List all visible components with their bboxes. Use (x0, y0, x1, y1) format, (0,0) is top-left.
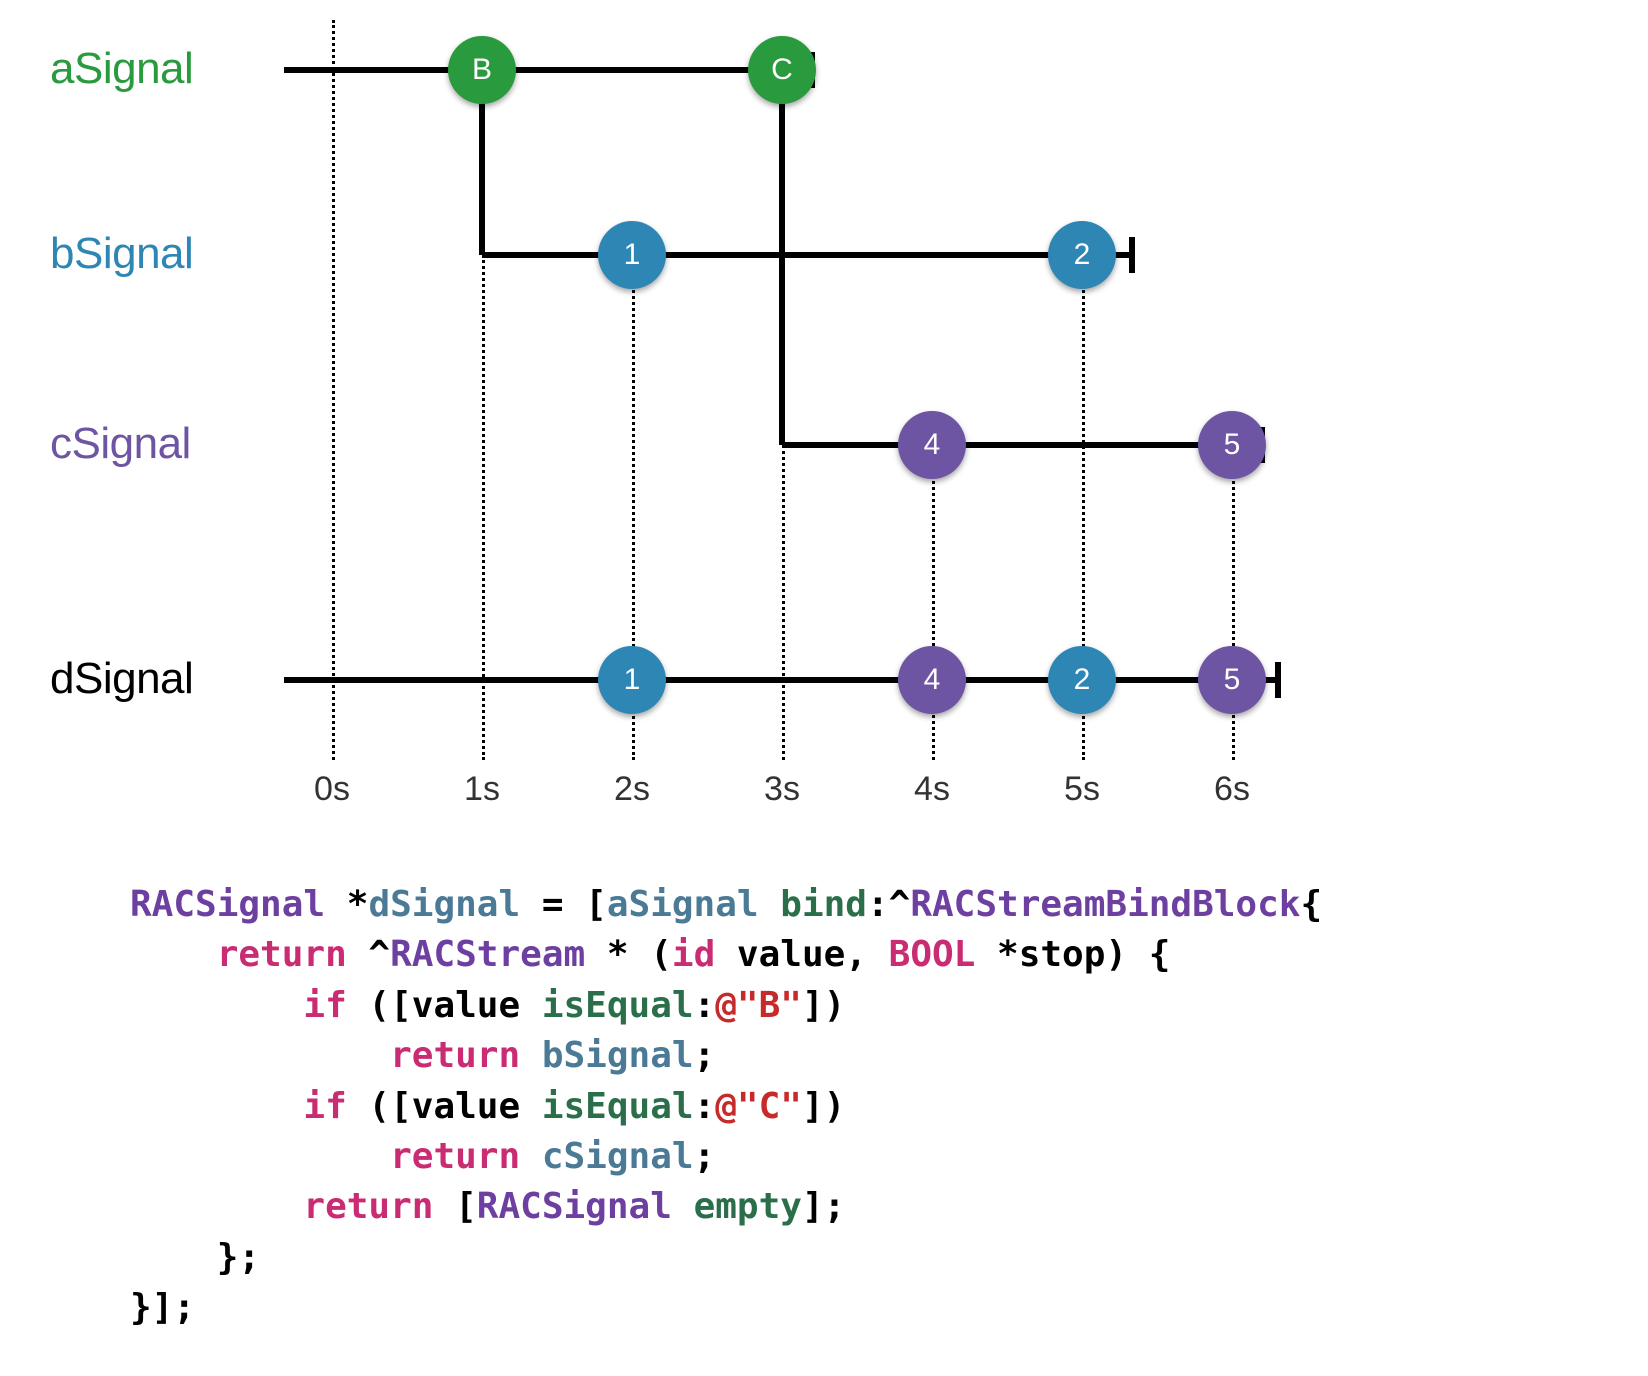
event-d-5: 5 (1198, 646, 1266, 714)
code-src: aSignal (607, 884, 759, 925)
event-d-2: 2 (1048, 646, 1116, 714)
event-c-4: 4 (898, 411, 966, 479)
dotted-3s (782, 445, 785, 760)
code-type: RACSignal (130, 884, 325, 925)
code-bind: bind (780, 884, 867, 925)
event-c-5: 5 (1198, 411, 1266, 479)
signal-label-a: aSignal (50, 44, 193, 94)
timeline-a (284, 67, 808, 73)
time-label-0: 0s (314, 770, 350, 809)
event-b-1: 1 (598, 221, 666, 289)
time-label-3: 3s (764, 770, 800, 809)
terminator-d (1275, 662, 1281, 698)
event-a-B: B (448, 36, 516, 104)
marble-diagram: aSignal bSignal cSignal dSignal B C 1 2 … (0, 0, 1648, 870)
connector-a-to-c (779, 70, 785, 445)
event-a-C: C (748, 36, 816, 104)
code-var: dSignal (368, 884, 520, 925)
time-label-5: 5s (1064, 770, 1100, 809)
timeline-c (782, 442, 1262, 448)
terminator-b (1129, 237, 1135, 273)
event-b-2: 2 (1048, 221, 1116, 289)
time-label-2: 2s (614, 770, 650, 809)
event-d-4: 4 (898, 646, 966, 714)
code-block: RACSignal *dSignal = [aSignal bind:^RACS… (130, 880, 1322, 1334)
signal-label-d: dSignal (50, 654, 193, 704)
dotted-1s (482, 255, 485, 760)
signal-label-b: bSignal (50, 229, 193, 279)
timeline-d (284, 677, 1278, 683)
signal-label-c: cSignal (50, 419, 191, 469)
time-label-6: 6s (1214, 770, 1250, 809)
event-d-1: 1 (598, 646, 666, 714)
timeline-b (482, 252, 1132, 258)
axis-line-0s (332, 20, 335, 760)
time-label-1: 1s (464, 770, 500, 809)
time-label-4: 4s (914, 770, 950, 809)
